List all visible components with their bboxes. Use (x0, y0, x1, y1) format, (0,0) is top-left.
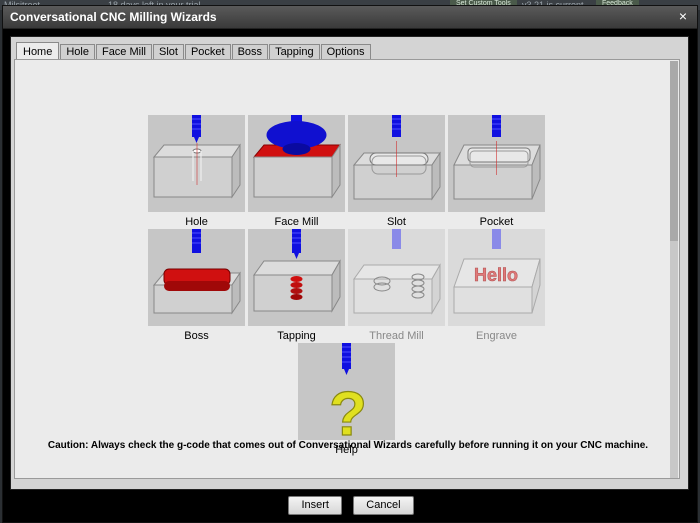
tab-tapping[interactable]: Tapping (269, 44, 320, 60)
tab-boss[interactable]: Boss (231, 44, 269, 60)
close-icon[interactable]: × (675, 8, 691, 24)
vertical-scrollbar[interactable] (670, 61, 678, 478)
wizard-dialog: Conversational CNC Milling Wizards × Hom… (2, 5, 698, 523)
wizard-tapping[interactable]: Tapping (248, 229, 345, 342)
boss-icon (148, 229, 245, 326)
wizard-label: Tapping (277, 330, 316, 342)
tab-frame: Home Hole Face Mill Slot Pocket Boss Tap… (10, 36, 689, 490)
help-glyph: ? (329, 380, 367, 440)
wizard-label: Hole (185, 216, 208, 228)
home-panel: Hole Face Mill Slot Pocket Boss Tapping … (14, 59, 680, 479)
wizard-label: Thread Mill (369, 330, 424, 342)
scrollbar-thumb[interactable] (670, 61, 678, 241)
wizard-slot[interactable]: Slot (348, 115, 445, 228)
help-icon: ? (298, 343, 395, 440)
face-mill-icon (248, 115, 345, 212)
wizard-label: Pocket (479, 216, 514, 228)
tab-face-mill[interactable]: Face Mill (95, 44, 152, 60)
dialog-buttons: Insert Cancel (3, 496, 699, 515)
hole-icon (148, 115, 245, 212)
thread-mill-icon (348, 229, 445, 326)
wizard-hole[interactable]: Hole (148, 115, 245, 228)
caution-text: Caution: Always check the g-code that co… (47, 440, 649, 451)
tab-hole[interactable]: Hole (60, 44, 95, 60)
tapping-icon (248, 229, 345, 326)
wizard-label: Engrave (476, 330, 517, 342)
wizard-engrave: Hello Engrave (448, 229, 545, 342)
wizard-label: Face Mill (274, 216, 319, 228)
cancel-button[interactable]: Cancel (353, 496, 414, 515)
wizard-label: Boss (184, 330, 209, 342)
tab-bar: Home Hole Face Mill Slot Pocket Boss Tap… (16, 42, 372, 60)
wizard-face-mill[interactable]: Face Mill (248, 115, 345, 228)
dialog-title: Conversational CNC Milling Wizards (10, 10, 217, 24)
pocket-icon (448, 115, 545, 212)
tab-options[interactable]: Options (320, 44, 371, 60)
engrave-sample-text: Hello (474, 265, 518, 285)
tab-slot[interactable]: Slot (152, 44, 184, 60)
tab-pocket[interactable]: Pocket (184, 44, 231, 60)
wizard-boss[interactable]: Boss (148, 229, 245, 342)
tab-home[interactable]: Home (16, 42, 60, 60)
wizard-label: Slot (387, 216, 406, 228)
engrave-icon: Hello (448, 229, 545, 326)
wizard-thread-mill: Thread Mill (348, 229, 445, 342)
slot-icon (348, 115, 445, 212)
insert-button[interactable]: Insert (288, 496, 342, 515)
wizard-pocket[interactable]: Pocket (448, 115, 545, 228)
title-bar: Conversational CNC Milling Wizards × (3, 6, 697, 29)
